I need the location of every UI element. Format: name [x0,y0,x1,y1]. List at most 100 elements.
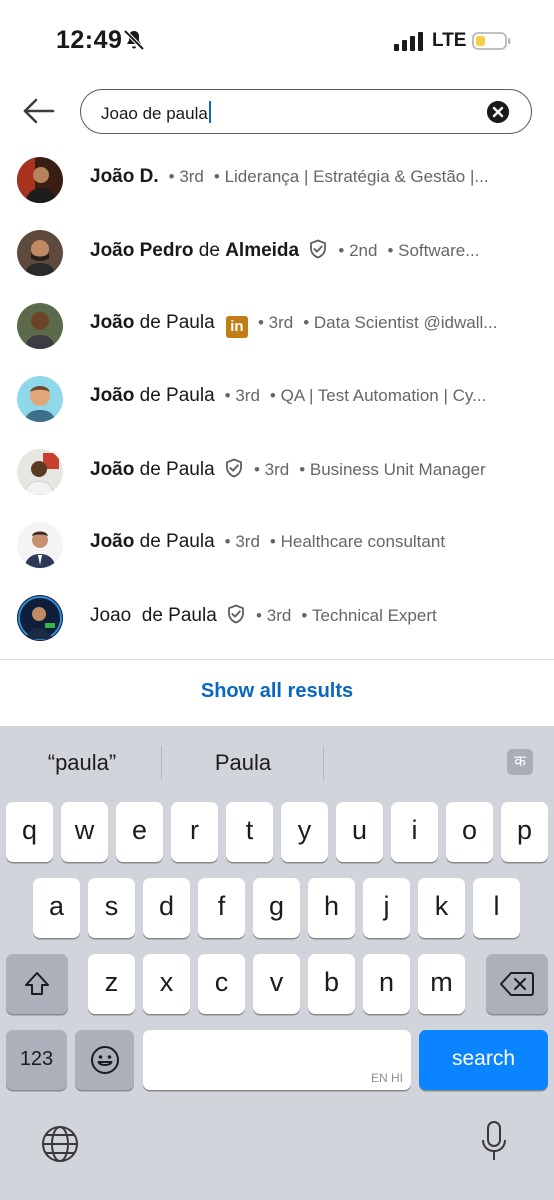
key-r[interactable]: r [171,802,218,862]
result-headline: Business Unit Manager [309,460,486,479]
verified-shield-icon [226,458,242,478]
avatar [17,376,63,422]
status-time: 12:49 [56,26,123,54]
key-z[interactable]: z [88,954,135,1014]
result-text: João de Paula in • 3rd • Data Scientist … [90,312,538,338]
search-input[interactable]: Joao de paula [80,89,532,134]
key-s[interactable]: s [88,878,135,938]
avatar [17,522,63,568]
text-caret [208,101,211,123]
search-query-text: Joao de paula [101,101,211,124]
separator-dot: • [209,167,225,186]
separator-dot: • [294,460,310,479]
separator-dot: • [333,241,350,260]
key-b[interactable]: b [308,954,355,1014]
search-query-value: Joao de paula [101,104,208,123]
space-language-hint: EN HI [370,1071,403,1085]
microphone-icon[interactable] [480,1120,508,1164]
space-bar[interactable]: EN HI [143,1030,411,1090]
back-arrow-icon[interactable] [22,94,56,128]
connection-degree: 3rd [235,386,260,405]
result-text: Joao de Paula • 3rd • Technical Expert [90,604,538,627]
connection-degree: 3rd [268,313,294,332]
separator-dot: • [382,241,399,260]
result-name-first: João [90,385,135,406]
result-text: João de Paula • 3rd • QA | Test Automati… [90,385,538,407]
key-i[interactable]: i [391,802,438,862]
connection-degree: 3rd [179,167,204,186]
key-u[interactable]: u [336,802,383,862]
result-headline: Data Scientist @idwall... [313,313,498,332]
clear-search-icon[interactable] [487,101,509,123]
key-n[interactable]: n [363,954,410,1014]
key-x[interactable]: x [143,954,190,1014]
hindi-keyboard-icon[interactable]: क [507,749,533,775]
key-o[interactable]: o [446,802,493,862]
connection-degree: 3rd [264,460,290,479]
separator-dot: • [219,532,236,551]
key-c[interactable]: c [198,954,245,1014]
separator-dot: • [249,460,265,479]
show-all-results-button[interactable]: Show all results [0,680,554,703]
shift-key[interactable] [6,954,68,1014]
result-name-rest: de Paula [134,385,215,406]
network-type: LTE [432,30,467,51]
result-name-rest: de Paula [134,531,215,552]
suggestion-divider [161,746,162,780]
connection-degree: 3rd [235,532,260,551]
result-row[interactable]: João de Paula • 3rd • Healthcare consult… [0,509,554,582]
result-row[interactable]: João D. • 3rd • Liderança | Estratégia &… [0,144,554,217]
search-key[interactable]: search [419,1030,548,1090]
key-l[interactable]: l [473,878,520,938]
delete-key[interactable] [486,954,548,1014]
result-row[interactable]: João de Paula in • 3rd • Data Scientist … [0,290,554,363]
avatar [17,303,63,349]
result-row[interactable]: João Pedro de Almeida • 2nd • Software..… [0,217,554,290]
key-v[interactable]: v [253,954,300,1014]
result-row[interactable]: João de Paula • 3rd • Business Unit Mana… [0,436,554,509]
result-text: João de Paula • 3rd • Business Unit Mana… [90,458,538,481]
key-w[interactable]: w [61,802,108,862]
suggestion-capitalized[interactable]: Paula [183,750,303,776]
backspace-icon [500,972,534,996]
avatar [17,230,63,276]
key-a[interactable]: a [33,878,80,938]
result-name: João D. [90,166,159,187]
result-row[interactable]: Joao de Paula • 3rd • Technical Expert [0,582,554,655]
key-d[interactable]: d [143,878,190,938]
globe-icon[interactable] [40,1124,80,1164]
result-row[interactable]: João de Paula • 3rd • QA | Test Automati… [0,363,554,436]
numbers-key[interactable]: 123 [6,1030,67,1090]
verified-shield-icon [228,604,244,624]
key-h[interactable]: h [308,878,355,938]
bell-muted-icon [123,29,145,51]
separator-dot: • [251,606,267,625]
emoji-key[interactable] [75,1030,134,1090]
key-y[interactable]: y [281,802,328,862]
key-e[interactable]: e [116,802,163,862]
avatar [17,449,63,495]
avatar [17,595,63,641]
separator-dot: • [296,606,312,625]
key-j[interactable]: j [363,878,410,938]
separator-dot: • [253,313,269,332]
result-headline: Liderança | Estratégia & Gestão |... [224,167,489,186]
key-p[interactable]: p [501,802,548,862]
separator-dot: • [163,167,180,186]
result-name-middle: de [193,240,226,261]
result-text: João de Paula • 3rd • Healthcare consult… [90,531,538,553]
verified-shield-icon [310,239,327,259]
key-f[interactable]: f [198,878,245,938]
key-m[interactable]: m [418,954,465,1014]
key-g[interactable]: g [253,878,300,938]
battery-icon [472,32,511,50]
suggestion-quoted[interactable]: “paula” [22,750,142,776]
key-k[interactable]: k [418,878,465,938]
result-name: Joao de Paula [90,605,217,626]
linkedin-premium-badge: in [225,316,248,338]
key-q[interactable]: q [6,802,53,862]
avatar [17,157,63,203]
key-t[interactable]: t [226,802,273,862]
result-headline: Technical Expert [312,606,437,625]
divider [0,659,554,660]
